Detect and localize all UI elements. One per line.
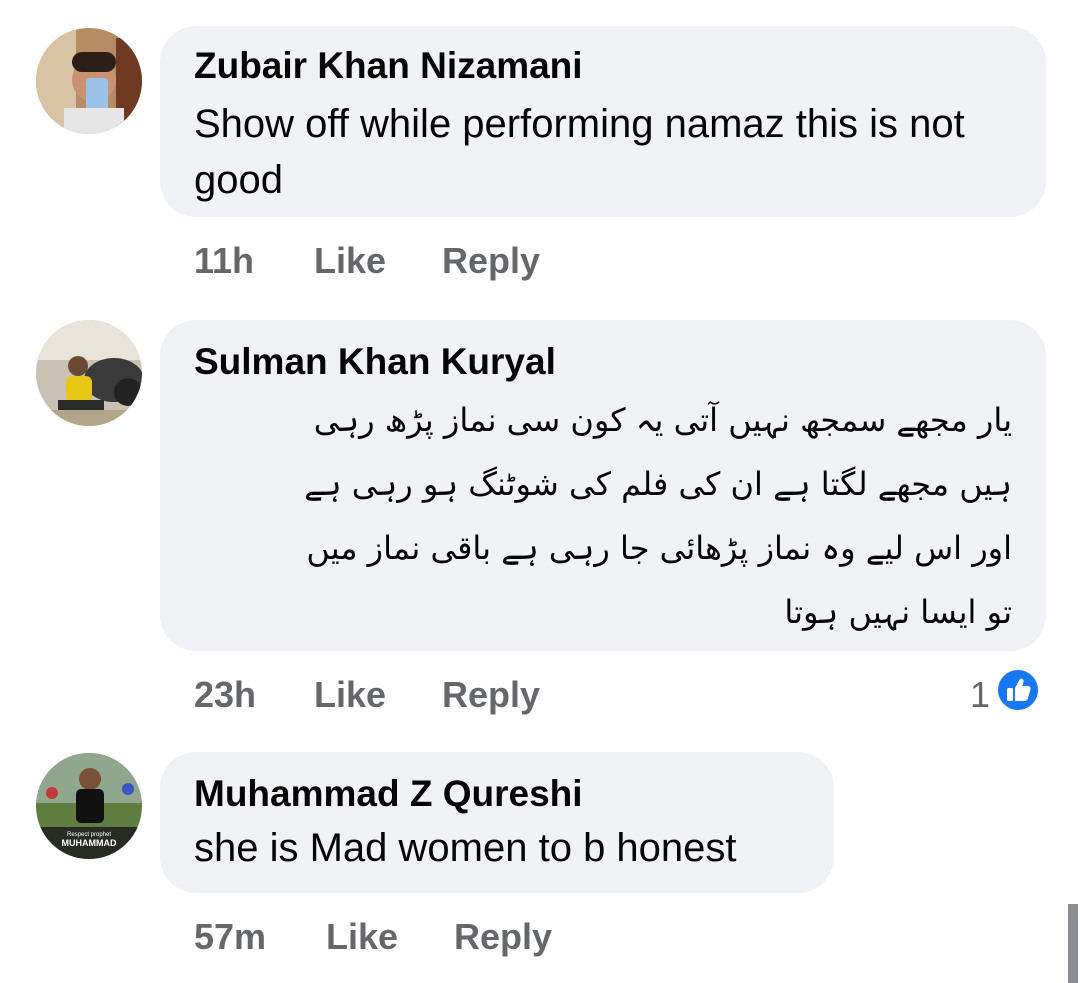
like-button[interactable]: Like: [314, 674, 442, 716]
thumbs-up-icon: [996, 668, 1041, 721]
reply-button[interactable]: Reply: [442, 240, 540, 282]
comment-author[interactable]: Sulman Khan Kuryal: [194, 340, 1012, 384]
comment-actions: 57m Like Reply: [194, 916, 552, 958]
comment-bubble: Muhammad Z Qureshi she is Mad women to b…: [160, 752, 834, 893]
avatar-caption: MUHAMMAD: [62, 838, 117, 848]
scrollbar[interactable]: [1068, 904, 1078, 983]
comment-bubble: Sulman Khan Kuryal یار مجھے سمجھ نہیں آت…: [160, 320, 1046, 651]
reply-button[interactable]: Reply: [454, 916, 552, 958]
comment-text: Show off while performing namaz this is …: [194, 102, 965, 202]
comment-bubble: Zubair Khan Nizamani Show off while perf…: [160, 26, 1046, 217]
comment-author[interactable]: Zubair Khan Nizamani: [194, 44, 1012, 88]
like-button[interactable]: Like: [326, 916, 454, 958]
reaction-count: 1: [970, 673, 991, 715]
comment-author[interactable]: Muhammad Z Qureshi: [194, 772, 800, 816]
reply-button[interactable]: Reply: [442, 674, 540, 716]
comment-text-line: ہیں مجھے لگتا ہے ان کی فلم کی شوٹنگ ہو ر…: [304, 465, 1012, 503]
comment-timestamp[interactable]: 57m: [194, 916, 326, 958]
avatar[interactable]: [36, 28, 142, 134]
comment-text: یار مجھے سمجھ نہیں آتی یہ کون سی نماز پڑ…: [194, 388, 1012, 644]
comment-timestamp[interactable]: 11h: [194, 240, 314, 282]
comment-text-line: یار مجھے سمجھ نہیں آتی یہ کون سی نماز پڑ…: [313, 401, 1012, 439]
avatar[interactable]: [36, 320, 142, 426]
comment-actions: 11h Like Reply: [194, 240, 540, 282]
comment-text-line: اور اس لیے وہ نماز پڑھائی جا رہی ہے باقی…: [306, 529, 1012, 567]
comment-actions: 23h Like Reply: [194, 674, 540, 716]
like-button[interactable]: Like: [314, 240, 442, 282]
avatar[interactable]: Respect prophet MUHAMMAD: [36, 753, 142, 859]
reaction-summary[interactable]: 1: [970, 668, 1041, 721]
comment-text: she is Mad women to b honest: [194, 826, 737, 870]
comment-text-line: تو ایسا نہیں ہوتا: [784, 593, 1012, 631]
comment-timestamp[interactable]: 23h: [194, 674, 314, 716]
